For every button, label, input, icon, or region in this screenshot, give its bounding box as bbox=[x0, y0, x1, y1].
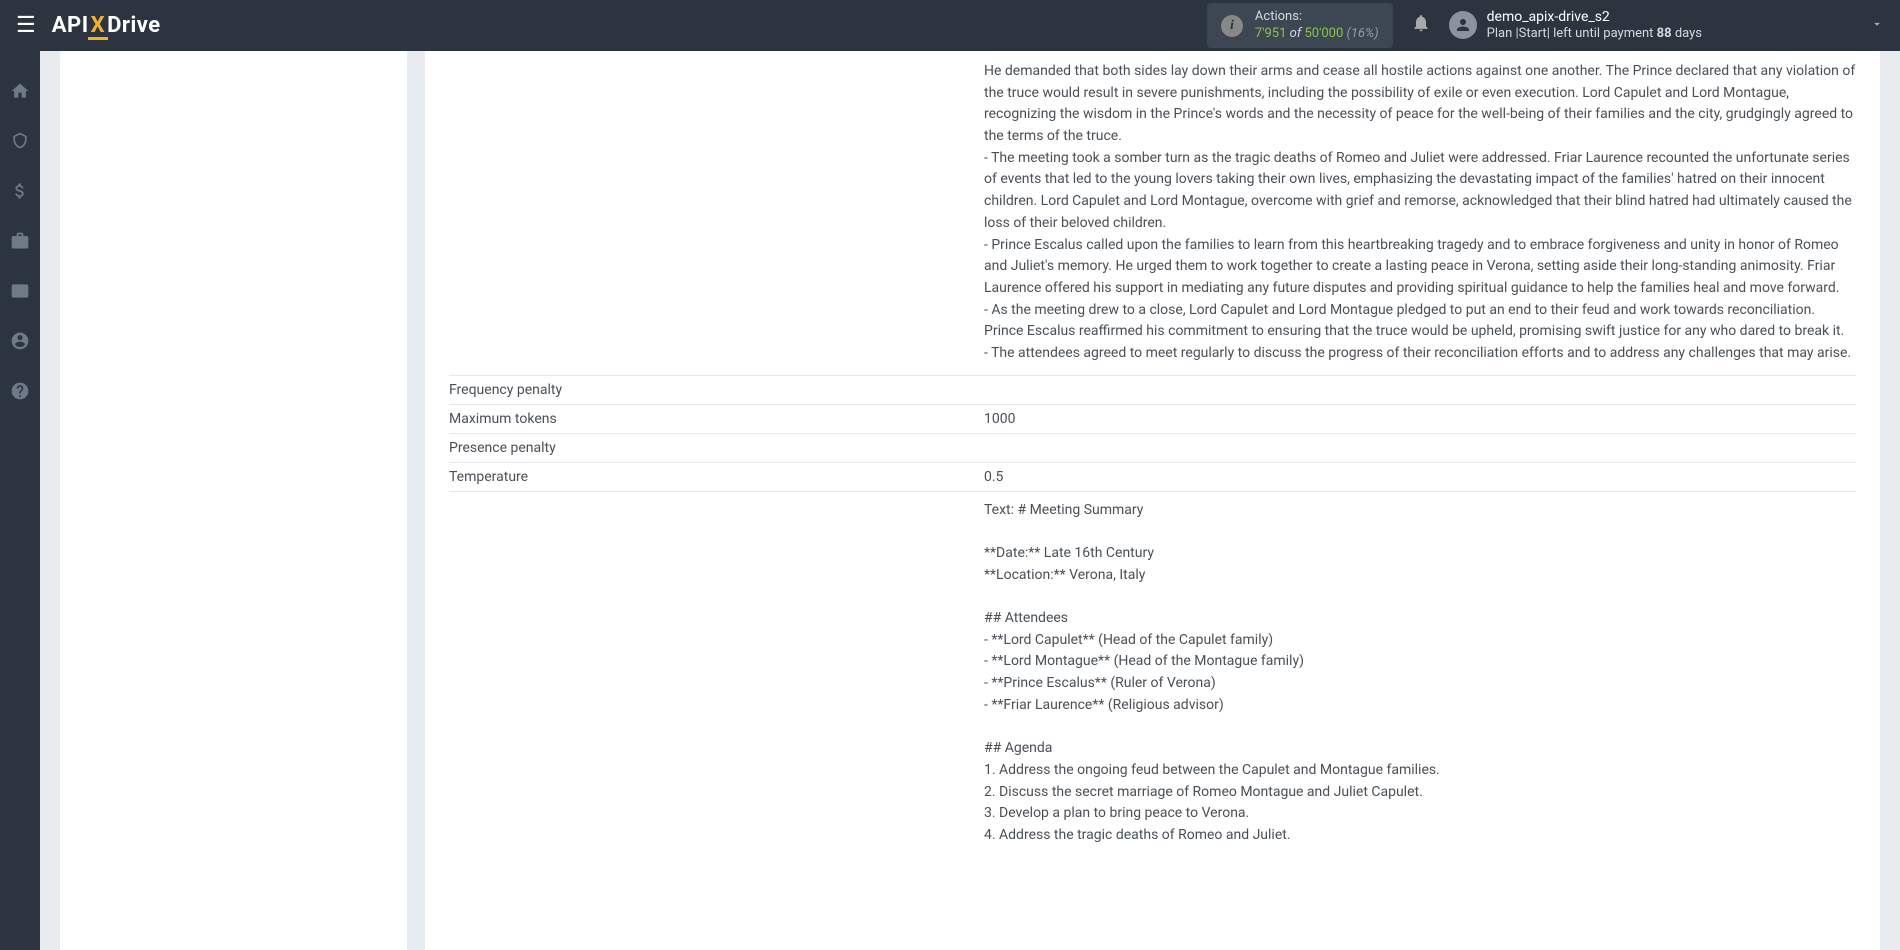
actions-box[interactable]: i Actions: 7'951 of 50'000 (16%) bbox=[1207, 3, 1393, 49]
header-right: i Actions: 7'951 of 50'000 (16%) demo_ap… bbox=[1207, 3, 1884, 49]
sidebar-item-home[interactable] bbox=[0, 75, 40, 107]
param-row-frequency-penalty: Frequency penalty bbox=[449, 375, 1856, 405]
content-paragraph: - The attendees agreed to meet regularly… bbox=[984, 343, 1856, 365]
sidebar-item-billing[interactable] bbox=[0, 175, 40, 207]
chevron-down-icon[interactable] bbox=[1870, 17, 1884, 35]
param-value bbox=[984, 382, 1856, 398]
right-panel: He demanded that both sides lay down the… bbox=[425, 51, 1880, 950]
param-value: 1000 bbox=[984, 411, 1856, 427]
user-avatar-icon bbox=[1449, 11, 1477, 39]
actions-label: Actions: bbox=[1255, 9, 1379, 26]
content-paragraph: - Prince Escalus called upon the familie… bbox=[984, 235, 1856, 300]
actions-total: 50'000 bbox=[1304, 26, 1343, 41]
param-row-temperature: Temperature 0.5 bbox=[449, 463, 1856, 492]
param-value bbox=[984, 440, 1856, 456]
sidebar-item-help[interactable] bbox=[0, 375, 40, 407]
actions-used: 7'951 bbox=[1255, 26, 1287, 41]
main-content: He demanded that both sides lay down the… bbox=[40, 51, 1900, 950]
user-menu[interactable]: demo_apix-drive_s2 Plan |Start| left unt… bbox=[1449, 8, 1702, 43]
logo-text-api: API bbox=[52, 13, 89, 38]
left-panel bbox=[60, 51, 407, 950]
sidebar-item-connections[interactable] bbox=[0, 125, 40, 157]
param-row-presence-penalty: Presence penalty bbox=[449, 434, 1856, 463]
actions-percent: (16%) bbox=[1347, 26, 1379, 41]
param-value: 0.5 bbox=[984, 469, 1856, 485]
output-text: Text: # Meeting Summary **Date:** Late 1… bbox=[449, 492, 1856, 847]
info-icon: i bbox=[1221, 15, 1243, 37]
notifications-bell-icon[interactable] bbox=[1411, 13, 1431, 38]
content-paragraph: - As the meeting drew to a close, Lord C… bbox=[984, 300, 1856, 343]
param-label: Maximum tokens bbox=[449, 411, 984, 427]
user-plan: Plan |Start| left until payment 88 days bbox=[1487, 26, 1702, 43]
logo-text-drive: Drive bbox=[107, 13, 161, 38]
param-label: Frequency penalty bbox=[449, 382, 984, 398]
user-info: demo_apix-drive_s2 Plan |Start| left unt… bbox=[1487, 8, 1702, 43]
content-paragraph: - The meeting took a somber turn as the … bbox=[984, 148, 1856, 235]
logo-text-x: X bbox=[89, 13, 107, 38]
actions-text: Actions: 7'951 of 50'000 (16%) bbox=[1255, 9, 1379, 43]
top-header: ☰ APIXDrive i Actions: 7'951 of 50'000 (… bbox=[0, 0, 1900, 51]
param-label: Presence penalty bbox=[449, 440, 984, 456]
actions-numbers: 7'951 of 50'000 (16%) bbox=[1255, 26, 1379, 43]
content-paragraph: He demanded that both sides lay down the… bbox=[984, 61, 1856, 148]
actions-of: of bbox=[1290, 26, 1302, 41]
sidebar-item-account[interactable] bbox=[0, 325, 40, 357]
sidebar-item-briefcase[interactable] bbox=[0, 225, 40, 257]
sidebar-item-video[interactable] bbox=[0, 275, 40, 307]
content-paragraph-block: He demanded that both sides lay down the… bbox=[449, 51, 1856, 375]
logo[interactable]: APIXDrive bbox=[52, 13, 161, 38]
param-label: Temperature bbox=[449, 469, 984, 485]
sidebar bbox=[0, 51, 40, 950]
param-row-max-tokens: Maximum tokens 1000 bbox=[449, 405, 1856, 434]
user-name: demo_apix-drive_s2 bbox=[1487, 8, 1702, 26]
hamburger-menu-icon[interactable]: ☰ bbox=[16, 13, 36, 38]
